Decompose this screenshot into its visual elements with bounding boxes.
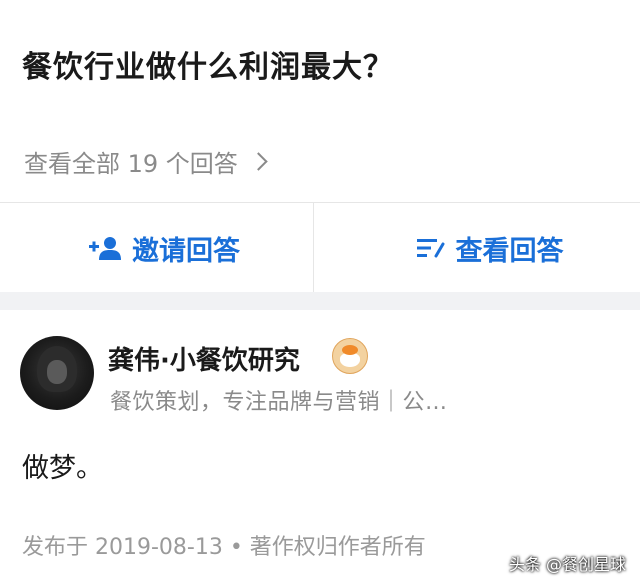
view-answer-button[interactable]: 查看回答	[314, 203, 640, 293]
view-answer-label: 查看回答	[455, 235, 564, 267]
answer-meta: 发布于 2019-08-13 • 著作权归作者所有	[22, 535, 426, 560]
answer-text: 做梦。	[22, 453, 103, 484]
author-badge-icon	[332, 338, 368, 374]
invite-answer-button[interactable]: 邀请回答	[0, 203, 314, 293]
add-user-icon	[89, 237, 121, 260]
section-divider	[0, 292, 640, 310]
author-avatar[interactable]	[20, 336, 94, 410]
author-name[interactable]: 龚伟·小餐饮研究	[108, 340, 300, 377]
view-all-label: 查看全部 19 个回答	[24, 150, 238, 178]
view-all-answers-link[interactable]: 查看全部 19 个回答	[24, 144, 268, 179]
author-bio: 餐饮策划，专注品牌与营销｜公…	[110, 390, 448, 415]
watermark: 头条 @餐创星球	[508, 555, 626, 574]
invite-answer-label: 邀请回答	[132, 235, 240, 267]
question-title: 餐饮行业做什么利润最大？	[22, 50, 394, 85]
action-bar: 邀请回答 查看回答	[0, 202, 640, 293]
chevron-right-icon	[249, 152, 268, 171]
list-icon	[416, 239, 444, 258]
avatar-face	[47, 360, 67, 384]
